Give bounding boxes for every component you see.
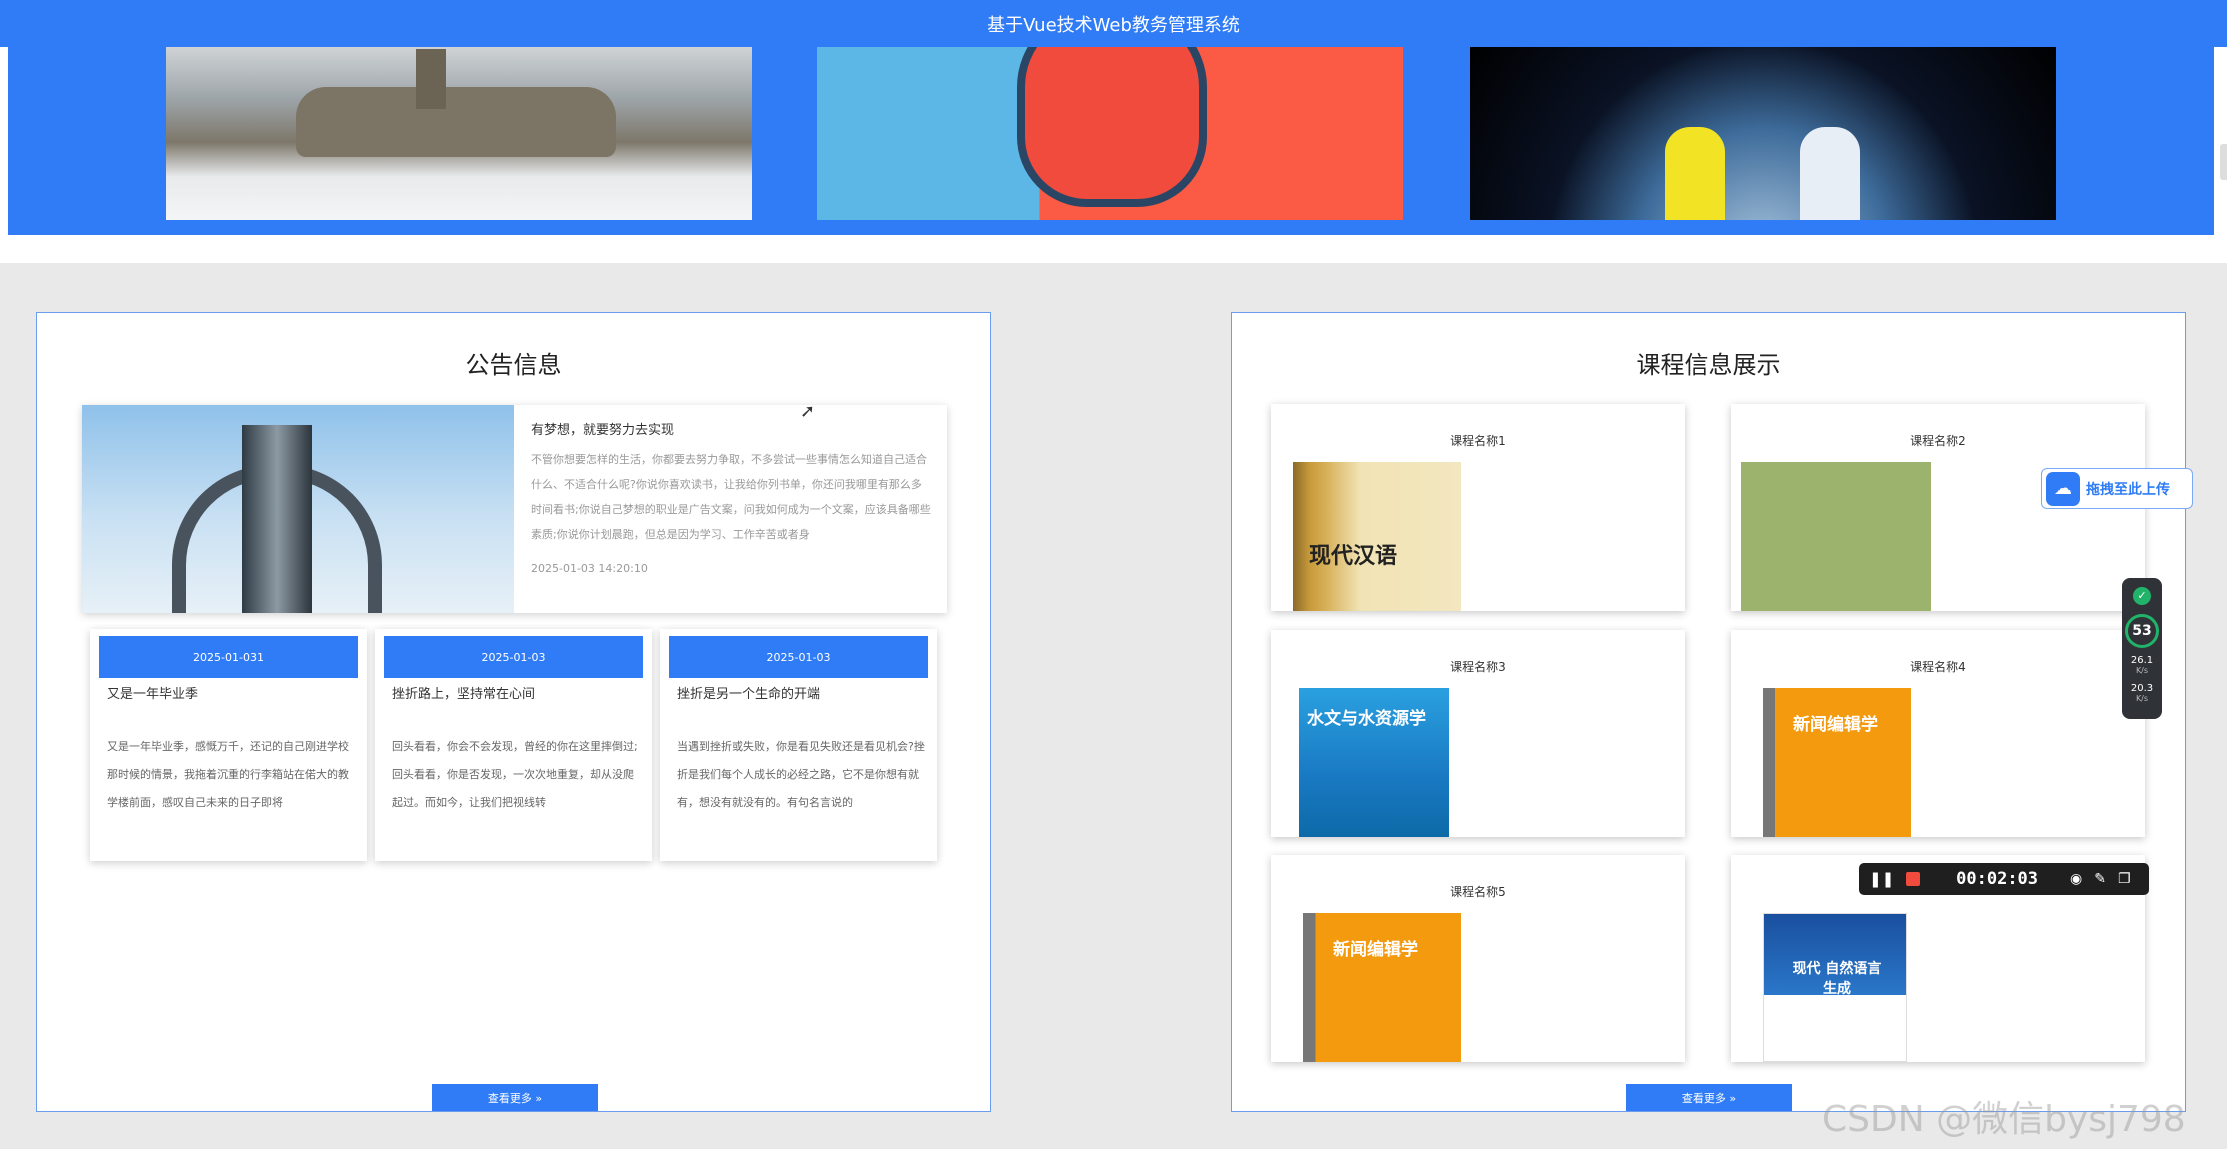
course-card[interactable]: 课程名称3 水文与水资源学 [1271,630,1685,837]
course-cover: 现代汉语 [1293,462,1461,611]
banner-carousel [0,47,2227,263]
astronaut-white-shape [1800,127,1860,220]
pause-icon[interactable]: ❚❚ [1869,870,1894,888]
course-card[interactable]: 课程名称5 新闻编辑学 [1271,855,1685,1062]
announcement-card[interactable]: 2025-01-03 挫折路上，坚持常在心间 回头看看，你会不会发现，曾经的你在… [375,629,652,861]
course-name: 课程名称5 [1450,885,1506,899]
cover-title: 水文与水资源学 [1307,709,1426,729]
upload-speed: 26.1 K/s [2122,656,2162,676]
announcement-panel: 公告信息 有梦想，就要努力去实现 不管你想要怎样的生活，你都要去努力争取，不多尝… [36,312,991,1112]
upload-label: 拖拽至此上传 [2086,481,2170,498]
card-title: 挫折是另一个生命的开端 [677,687,821,702]
featured-announcement[interactable]: 有梦想，就要努力去实现 不管你想要怎样的生活，你都要去努力争取，不多尝试一些事情… [82,405,947,613]
download-speed-value: 20.3 [2130,683,2154,694]
banner-slide-earth[interactable] [1470,47,2056,220]
page-edge-tab[interactable] [2220,144,2227,180]
featured-title: 有梦想，就要努力去实现 [531,423,675,438]
course-name: 课程名称4 [1910,660,1966,674]
castle-town-shape [296,87,616,157]
site-title: 基于Vue技术Web教务管理系统 [987,14,1240,36]
course-name: 课程名称1 [1450,434,1506,448]
course-more-button[interactable]: 查看更多 » [1626,1084,1792,1111]
upload-speed-unit: K/s [2135,666,2149,675]
drag-upload-widget[interactable]: ☁ 拖拽至此上传 [2041,468,2193,509]
featured-text: 不管你想要怎样的生活，你都要去努力争取，不多尝试一些事情怎么知道自己适合什么、不… [531,453,931,541]
window-icon[interactable]: ❐ [2118,871,2131,887]
cloud-upload-icon: ☁ [2046,471,2080,506]
meter-value: 53 [2125,614,2159,648]
camera-icon[interactable]: ◉ [2070,871,2082,887]
banner-track [8,47,2214,235]
sculpture-pillar-shape [242,425,312,613]
watermark: CSDN @微信bysj798 [1822,1099,2186,1140]
course-card[interactable]: 课程名称4 新闻编辑学 [1731,630,2145,837]
castle-tower-shape [416,49,446,109]
download-speed: 20.3 K/s [2122,684,2162,704]
course-cover [1741,462,1931,611]
network-speed-widget[interactable]: ✓ 53 26.1 K/s 20.3 K/s [2122,578,2162,719]
course-cover: 现代 自然语言生成 [1763,913,1907,1062]
cover-title: 新闻编辑学 [1333,940,1418,960]
upload-speed-value: 26.1 [2130,655,2154,666]
record-timer: 00:02:03 [1956,869,2039,889]
course-name: 课程名称3 [1450,660,1506,674]
banner-slide-castle[interactable] [166,47,752,220]
announcement-card[interactable]: 2025-01-03 挫折是另一个生命的开端 当遇到挫折或失败，你是看见失败还是… [660,629,937,861]
mouse-cursor-icon: ➚ [800,401,816,422]
announcement-more-button[interactable]: 查看更多 » [432,1084,598,1111]
featured-image [82,405,514,613]
game-controller-icon [1017,47,1207,207]
course-panel: 课程信息展示 课程名称1 现代汉语 课程名称2 课程名称3 水文与水资源学 课程… [1231,312,2186,1112]
astronaut-yellow-shape [1665,127,1725,220]
card-text: 当遇到挫折或失败，你是看见失败还是看见机会?挫折是我们每个人成长的必经之路，它不… [677,740,925,809]
announcement-card[interactable]: 2025-01-031 又是一年毕业季 又是一年毕业季，感慨万千，还记的自己刚进… [90,629,367,861]
course-cover: 水文与水资源学 [1299,688,1449,837]
featured-date: 2025-01-03 14:20:10 [531,562,648,575]
shield-check-icon: ✓ [2133,587,2151,605]
top-header-bar: 基于Vue技术Web教务管理系统 [0,0,2227,47]
course-title: 课程信息展示 [1636,351,1781,379]
card-title: 挫折路上，坚持常在心间 [392,687,536,702]
card-text: 又是一年毕业季，感慨万千，还记的自己刚进学校那时候的情景，我拖着沉重的行李箱站在… [107,740,349,809]
banner-slide-controller[interactable] [817,47,1403,220]
course-name: 课程名称2 [1910,434,1966,448]
cover-title: 新闻编辑学 [1793,715,1878,735]
card-text: 回头看看，你会不会发现，曾经的你在这里摔倒过;回头看看，你是否发现，一次次地重复… [392,740,638,809]
cover-title: 现代 自然语言生成 [1792,961,1882,997]
card-date: 2025-01-03 [669,636,928,678]
card-title: 又是一年毕业季 [107,687,199,702]
download-speed-unit: K/s [2135,694,2149,703]
course-cover: 新闻编辑学 [1303,913,1461,1062]
course-cover: 新闻编辑学 [1763,688,1911,837]
screen-recorder-bar: ❚❚ 00:02:03 ◉ ✎ ❐ [1859,863,2149,895]
course-card[interactable]: 课程名称1 现代汉语 [1271,404,1685,611]
cover-title: 现代汉语 [1309,543,1398,569]
pen-icon[interactable]: ✎ [2094,871,2106,887]
announcement-title: 公告信息 [465,351,562,379]
card-date: 2025-01-03 [384,636,643,678]
stop-icon[interactable] [1906,872,1921,886]
card-date: 2025-01-031 [99,636,358,678]
